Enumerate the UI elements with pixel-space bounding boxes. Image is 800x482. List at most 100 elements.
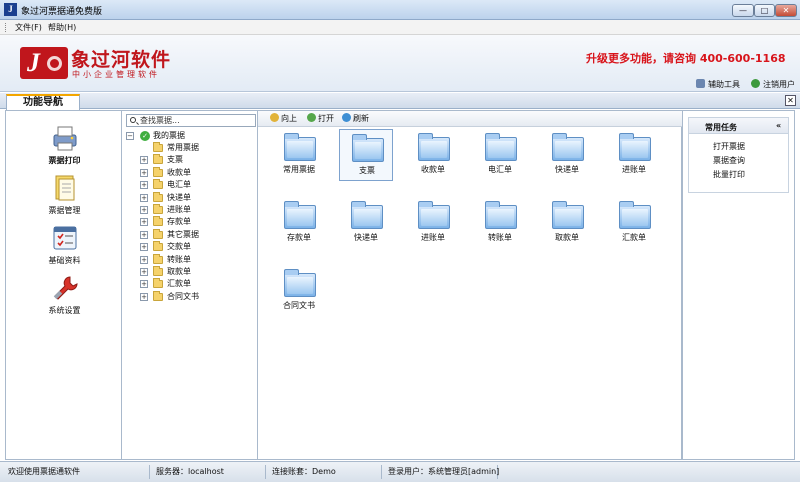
logout-label: 注销用户 <box>763 80 795 89</box>
folder-label: 进账单 <box>421 233 445 242</box>
tree-item[interactable]: + 合同文书 <box>126 290 256 303</box>
folder-label: 进账单 <box>622 165 646 174</box>
expand-icon[interactable]: + <box>140 193 148 202</box>
expand-icon[interactable]: + <box>140 181 148 190</box>
folder-icon <box>153 142 163 152</box>
expand-icon[interactable]: + <box>140 156 148 165</box>
aux-tools-link[interactable]: 辅助工具 <box>696 79 740 90</box>
close-panel-icon[interactable]: ✕ <box>785 95 796 106</box>
folder-tile[interactable]: 快递单 <box>540 129 594 181</box>
expand-icon[interactable]: + <box>140 255 148 264</box>
tree-item[interactable]: + 汇款单 <box>126 278 256 290</box>
task-query-ticket[interactable]: 票据查询 <box>713 155 745 166</box>
nav-item-ticket-print[interactable]: 票据打印 <box>6 123 123 165</box>
minimize-button[interactable]: — <box>732 4 754 17</box>
folder-icon <box>153 191 163 202</box>
folder-label: 取款单 <box>555 233 579 242</box>
task-open-ticket[interactable]: 打开票据 <box>713 141 745 152</box>
close-window-button[interactable]: ✕ <box>775 4 797 17</box>
tree-item[interactable]: + 电汇单 <box>126 179 256 191</box>
tree-root[interactable]: − ✓ 我的票据 <box>126 130 256 142</box>
nav-item-system-settings[interactable]: 系统设置 <box>6 273 123 315</box>
folder-tile[interactable]: 取款单 <box>540 197 594 249</box>
nav-item-ticket-manage[interactable]: 票据管理 <box>6 173 123 215</box>
folder-tile[interactable]: 进账单 <box>406 197 460 249</box>
tree-search-input[interactable]: 查找票据... <box>126 114 256 127</box>
folder-icon <box>153 278 163 289</box>
tree-item-label: 电汇单 <box>167 180 191 190</box>
folder-icon <box>351 201 383 229</box>
expand-icon[interactable]: + <box>140 268 148 276</box>
tree-item[interactable]: + 收款单 <box>126 166 256 179</box>
tab-function-nav[interactable]: 功能导航 <box>6 94 80 110</box>
tree-root-label: 我的票据 <box>153 131 185 140</box>
content-toolbar: 向上 打开 刷新 <box>258 111 682 127</box>
tree-item[interactable]: + 交款单 <box>126 241 256 253</box>
folder-icon <box>153 241 163 252</box>
maximize-button[interactable]: □ <box>754 4 775 17</box>
folder-icon <box>153 154 163 165</box>
folder-tile[interactable]: 转账单 <box>473 197 527 249</box>
folder-tile[interactable]: 常用票据 <box>272 129 326 181</box>
tree-item[interactable]: + 支票 <box>126 154 256 166</box>
window-title: 象过河票据通免费版 <box>21 7 103 17</box>
folder-tile[interactable]: 电汇单 <box>473 129 527 181</box>
folder-label: 转账单 <box>488 233 512 242</box>
folder-tile[interactable]: 快递单 <box>339 197 393 249</box>
collapse-icon[interactable]: − <box>126 132 134 140</box>
menu-help[interactable]: 帮助(H) <box>48 22 76 33</box>
folder-label: 快递单 <box>555 165 579 174</box>
tree-item[interactable]: + 其它票据 <box>126 228 256 241</box>
folder-tile[interactable]: 进账单 <box>607 129 661 181</box>
folder-tile[interactable]: 收款单 <box>406 129 460 181</box>
checklist-icon <box>50 223 80 253</box>
folder-icon <box>619 133 651 161</box>
folder-tile[interactable]: 合同文书 <box>272 265 326 317</box>
status-welcome: 欢迎使用票据通软件 <box>4 465 150 479</box>
header-banner: J 象过河软件 中小企业管理软件 升级更多功能，请咨询 400-600-1168… <box>0 35 800 92</box>
nav-item-basic-data[interactable]: 基础资料 <box>6 223 123 265</box>
folder-view: 向上 打开 刷新 常用票据 支票 收款单 电汇单 快递单 进账单 存款单 快递单 进账单 转账单取… <box>258 110 682 460</box>
status-account: 连接账套：Demo <box>268 465 382 479</box>
folder-tile[interactable]: 汇款单 <box>607 197 661 249</box>
task-batch-print[interactable]: 批量打印 <box>713 169 745 180</box>
tree-item[interactable]: + 转账单 <box>126 253 256 266</box>
folder-label: 电汇单 <box>488 165 512 174</box>
collapse-chevron-icon[interactable]: « <box>776 121 781 130</box>
expand-icon[interactable]: + <box>140 168 148 177</box>
tree-item[interactable]: + 取款单 <box>126 266 256 278</box>
expand-icon[interactable]: + <box>140 218 148 227</box>
refresh-button[interactable]: 刷新 <box>342 113 369 125</box>
tree-item-label: 收款单 <box>167 167 191 177</box>
logout-link[interactable]: 注销用户 <box>751 79 795 90</box>
folder-icon <box>153 290 163 301</box>
tree-item[interactable]: + 进账单 <box>126 204 256 216</box>
folder-tile[interactable]: 支票 <box>339 129 393 181</box>
folder-label: 快递单 <box>354 233 378 242</box>
expand-icon[interactable]: + <box>140 243 148 252</box>
tree-item-label: 存款单 <box>167 217 191 227</box>
aux-tools-label: 辅助工具 <box>708 80 740 89</box>
folder-icon <box>153 216 163 227</box>
tree-item[interactable]: + 快递单 <box>126 191 256 204</box>
expand-icon[interactable]: + <box>140 292 148 301</box>
nav-header: 功能导航 ✕ <box>0 93 800 110</box>
up-button[interactable]: 向上 <box>270 113 297 125</box>
folder-tile[interactable]: 存款单 <box>272 197 326 249</box>
wrench-icon <box>50 273 80 303</box>
open-button[interactable]: 打开 <box>307 113 334 125</box>
tree-item-label: 合同文书 <box>167 291 199 301</box>
menu-file[interactable]: 文件(F) <box>15 22 42 33</box>
expand-icon[interactable]: + <box>140 206 148 214</box>
expand-icon[interactable]: + <box>140 280 148 289</box>
app-icon: J <box>4 3 17 16</box>
title-bar: J 象过河票据通免费版 — □ ✕ <box>0 0 800 20</box>
tree-item[interactable]: + 存款单 <box>126 216 256 228</box>
expand-icon[interactable]: + <box>140 230 148 239</box>
printer-icon <box>50 123 80 153</box>
tree-item[interactable]: 常用票据 <box>126 142 256 154</box>
folder-icon <box>485 133 517 161</box>
brand-subtitle: 中小企业管理软件 <box>72 70 160 79</box>
folder-label: 汇款单 <box>622 233 646 242</box>
tree-item-label: 支票 <box>167 155 183 165</box>
